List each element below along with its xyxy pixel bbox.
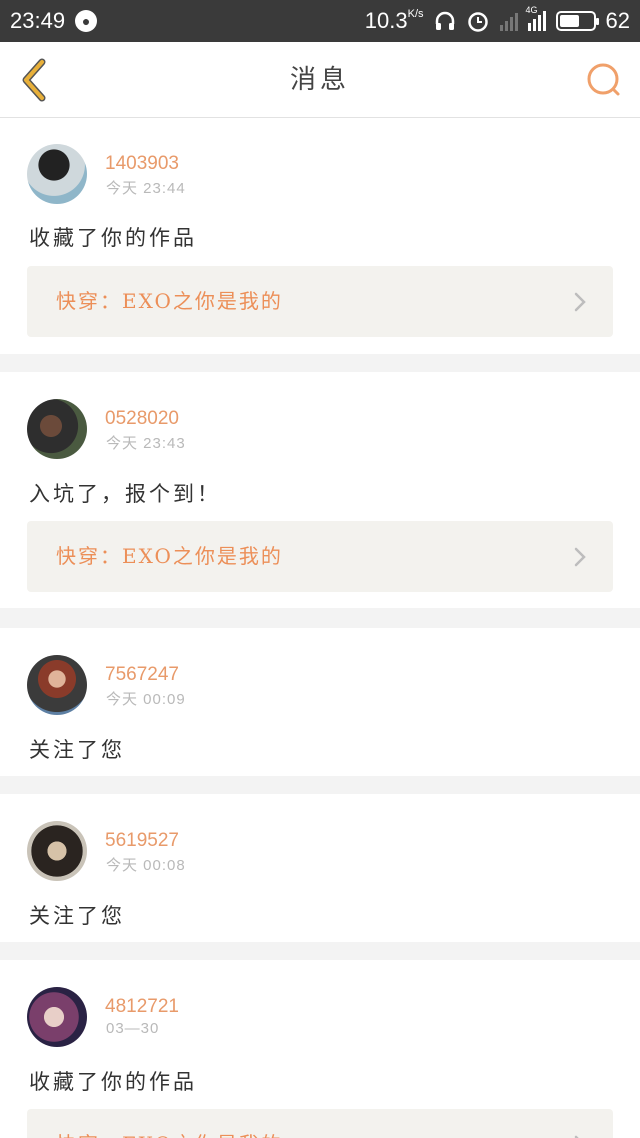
message-text: 入坑了，报个到！ bbox=[29, 482, 221, 506]
message-card: 5619527 今天 00:08 关注了您 bbox=[0, 794, 640, 942]
header: 消息 bbox=[0, 42, 640, 118]
network-speed: 10.3K/s bbox=[364, 8, 424, 33]
search-button[interactable] bbox=[582, 58, 626, 102]
timestamp: 今天 23:44 bbox=[106, 180, 186, 197]
username[interactable]: 4812721 bbox=[105, 996, 179, 1018]
username[interactable]: 7567247 bbox=[105, 664, 179, 686]
chevron-right-icon bbox=[574, 547, 586, 567]
headphones-icon bbox=[434, 10, 456, 32]
avatar[interactable] bbox=[27, 144, 87, 204]
avatar[interactable] bbox=[27, 987, 87, 1047]
username[interactable]: 5619527 bbox=[105, 830, 179, 852]
username[interactable]: 0528020 bbox=[105, 408, 179, 430]
timestamp: 今天 00:08 bbox=[106, 857, 186, 874]
work-title: 快穿：EXO之你是我的 bbox=[56, 544, 283, 568]
work-title: 快穿：EXO之你是我的 bbox=[56, 1109, 283, 1138]
battery-percent: 62 bbox=[605, 8, 630, 33]
message-card: 1403903 今天 23:44 收藏了你的作品 快穿：EXO之你是我的 bbox=[0, 118, 640, 354]
timestamp: 今天 23:43 bbox=[106, 435, 186, 452]
timestamp: 今天 00:09 bbox=[106, 691, 186, 708]
status-bar: 23:49 ● 10.3K/s 4G 62 bbox=[0, 0, 640, 42]
username[interactable]: 1403903 bbox=[105, 153, 179, 175]
message-text: 关注了您 bbox=[29, 738, 125, 762]
status-time: 23:49 bbox=[10, 8, 66, 33]
message-card: 7567247 今天 00:09 关注了您 bbox=[0, 628, 640, 776]
battery-icon bbox=[555, 11, 599, 31]
avatar[interactable] bbox=[27, 399, 87, 459]
timestamp: 03—30 bbox=[106, 1020, 160, 1037]
work-link[interactable]: 快穿：EXO之你是我的 bbox=[27, 521, 613, 592]
search-icon bbox=[587, 63, 620, 96]
chevron-right-icon bbox=[574, 292, 586, 312]
signal-4g-icon: 4G bbox=[526, 5, 546, 31]
avatar[interactable] bbox=[27, 821, 87, 881]
message-card: 0528020 今天 23:43 入坑了，报个到！ 快穿：EXO之你是我的 bbox=[0, 372, 640, 608]
work-link[interactable]: 快穿：EXO之你是我的 bbox=[27, 1109, 613, 1138]
alarm-icon bbox=[466, 9, 490, 33]
avatar[interactable] bbox=[27, 655, 87, 715]
page-title: 消息 bbox=[289, 65, 350, 95]
app-notification-icon: ● bbox=[75, 10, 98, 32]
message-text: 收藏了你的作品 bbox=[29, 226, 197, 250]
message-text: 收藏了你的作品 bbox=[29, 1070, 197, 1094]
work-title: 快穿：EXO之你是我的 bbox=[56, 289, 283, 313]
message-card: 4812721 03—30 收藏了你的作品 快穿：EXO之你是我的 bbox=[0, 960, 640, 1138]
message-text: 关注了您 bbox=[29, 904, 125, 928]
work-link[interactable]: 快穿：EXO之你是我的 bbox=[27, 266, 613, 337]
signal-weak-icon bbox=[499, 11, 518, 31]
